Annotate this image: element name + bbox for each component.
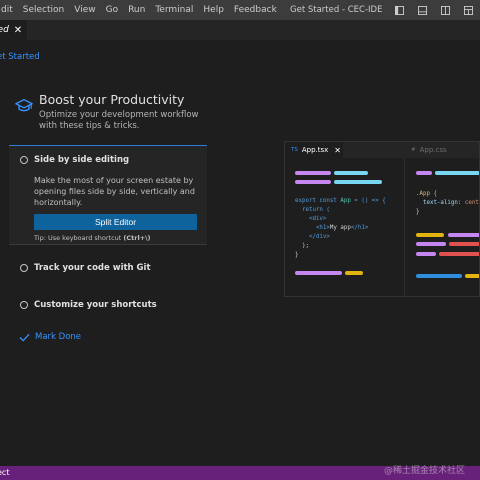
code-token: } [416, 209, 420, 215]
editor-tab-bar: ted ✕ [0, 20, 480, 40]
code-token: </h1> [350, 225, 369, 231]
step-title: Side by side editing [34, 155, 130, 165]
skeleton-bar [449, 242, 479, 246]
split-layout-icon [441, 5, 450, 15]
code-token: center [464, 200, 479, 206]
skeleton-bar [416, 252, 436, 256]
preview-tab-app-css: # App.css [411, 142, 447, 158]
skeleton-bar [439, 252, 479, 256]
window-controls [388, 0, 480, 20]
menu-feedback[interactable]: Feedback [229, 0, 282, 20]
tab-label: ted [0, 25, 9, 35]
menu-help[interactable]: Help [198, 0, 229, 20]
skeleton-bar [416, 233, 444, 237]
customize-layout-icon [464, 5, 473, 15]
tsx-code-block: export const App = () => { return ( <div… [295, 197, 386, 260]
step-radio-icon[interactable] [20, 264, 28, 272]
page-subtitle: Optimize your development workflow with … [39, 110, 199, 131]
step-description: Make the most of your screen estate by o… [34, 176, 195, 207]
title-bar: dit Selection View Go Run Terminal Help … [0, 0, 480, 20]
mark-done-label: Mark Done [35, 332, 82, 342]
page-title: Boost your Productivity [39, 92, 185, 107]
close-icon: ✕ [334, 145, 341, 155]
step-side-by-side-editing[interactable]: Side by side editing Make the most of yo… [9, 145, 207, 245]
code-token: } [295, 252, 299, 258]
preview-tab-label: App.css [419, 146, 447, 154]
code-token: return ( [295, 207, 330, 213]
skeleton-bar [416, 274, 462, 278]
code-token: </div> [295, 234, 330, 240]
panel-layout-icon [418, 5, 427, 15]
step-radio-icon[interactable] [20, 156, 28, 164]
step-media-preview: TS App.tsx ✕ # App.css export const App … [284, 141, 480, 297]
checkmark-icon [19, 333, 30, 342]
status-remote-label[interactable]: ect [0, 466, 9, 480]
watermark: @稀土掘金技术社区 [384, 466, 466, 476]
panel-toggle-button[interactable] [411, 0, 434, 20]
back-to-get-started-link[interactable]: et Started [0, 52, 40, 62]
step-tip: Tip: Use keyboard shortcut (Ctrl+\) [34, 234, 150, 242]
layout-icon [395, 5, 404, 15]
close-icon[interactable]: ✕ [14, 25, 22, 36]
menu-edit[interactable]: dit [0, 0, 18, 20]
step-radio-icon[interactable] [20, 301, 28, 309]
step-title: Customize your shortcuts [34, 300, 157, 310]
code-token: ); [295, 243, 309, 249]
skeleton-bar [295, 180, 331, 184]
tab-get-started[interactable]: ted ✕ [0, 20, 27, 40]
customize-layout-button[interactable] [457, 0, 480, 20]
skeleton-bar [465, 274, 479, 278]
code-token: My app [329, 225, 351, 231]
menu-go[interactable]: Go [101, 0, 123, 20]
mortarboard-icon [15, 99, 33, 112]
preview-tab-bar: TS App.tsx ✕ # App.css [285, 142, 479, 158]
tip-text: Tip: Use keyboard shortcut [34, 234, 124, 242]
code-token: App [340, 198, 351, 204]
layout-toggle-button[interactable] [388, 0, 411, 20]
code-token: <h1> [295, 225, 330, 231]
menu-selection[interactable]: Selection [18, 0, 69, 20]
skeleton-bar [416, 171, 432, 175]
css-icon: # [411, 147, 416, 153]
typescript-icon: TS [291, 147, 298, 153]
code-token: <div> [295, 216, 327, 222]
split-editor-button[interactable]: Split Editor [34, 214, 197, 230]
code-token: .App { [416, 191, 437, 197]
tip-shortcut: (Ctrl+\) [123, 234, 151, 242]
menu-bar: dit Selection View Go Run Terminal Help … [0, 0, 282, 20]
preview-tab-label: App.tsx [301, 146, 329, 154]
menu-view[interactable]: View [69, 0, 100, 20]
skeleton-bar [435, 171, 479, 175]
skeleton-bar [416, 242, 446, 246]
skeleton-bar [295, 171, 331, 175]
skeleton-bar [448, 233, 479, 237]
split-layout-button[interactable] [434, 0, 457, 20]
skeleton-bar [345, 271, 363, 275]
step-title: Track your code with Git [34, 263, 151, 273]
css-code-block: .App { text-align: center } [416, 190, 479, 217]
menu-terminal[interactable]: Terminal [150, 0, 198, 20]
menu-run[interactable]: Run [123, 0, 150, 20]
mark-done-button[interactable]: Mark Done [19, 332, 81, 342]
step-track-code-git[interactable]: Track your code with Git [9, 259, 207, 277]
welcome-page: et Started Boost your Productivity Optim… [0, 40, 480, 466]
preview-tab-app-tsx: TS App.tsx ✕ [285, 142, 343, 158]
code-token: export const [295, 198, 341, 204]
step-customize-shortcuts[interactable]: Customize your shortcuts [9, 296, 207, 314]
code-token: = () => { [350, 198, 386, 204]
window-title: Get Started - CEC-IDE [290, 5, 383, 15]
skeleton-bar [334, 180, 382, 184]
skeleton-bar [334, 171, 368, 175]
code-token: text-align: [416, 200, 465, 206]
skeleton-bar [295, 271, 342, 275]
preview-split-divider [404, 158, 405, 296]
